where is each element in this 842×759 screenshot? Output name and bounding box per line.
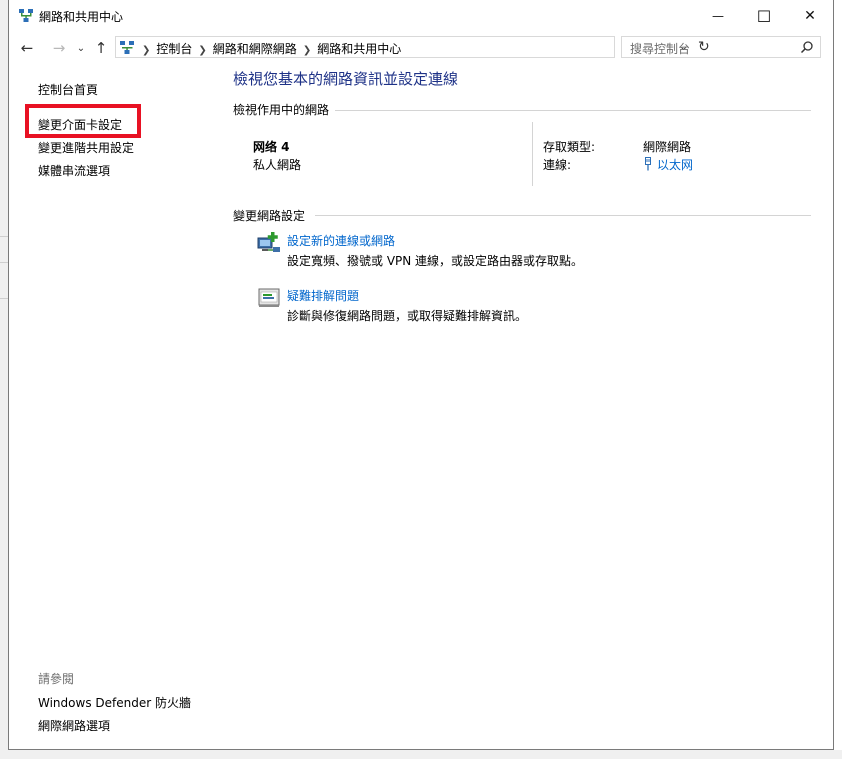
network-center-icon (19, 9, 33, 22)
sidebar-link-firewall[interactable]: Windows Defender 防火牆 (38, 694, 191, 711)
new-connection-icon (257, 232, 280, 252)
page-title: 檢視您基本的網路資訊並設定連線 (233, 70, 459, 88)
minimize-button[interactable]: — (695, 0, 741, 32)
maximize-icon: ☐ (756, 6, 772, 26)
close-button[interactable]: ✕ (787, 0, 833, 32)
back-arrow-icon: ← (20, 39, 34, 57)
access-type-label: 存取類型: (543, 140, 596, 154)
search-input[interactable]: 搜尋控制台 (621, 36, 821, 58)
connection-link[interactable]: 以太网 (643, 156, 693, 173)
forward-button[interactable]: → (49, 37, 69, 59)
breadcrumb-item-control-panel[interactable]: 控制台 (156, 42, 192, 56)
sidebar-link-control-panel-home[interactable]: 控制台首頁 (38, 81, 98, 98)
connection-value[interactable]: 以太网 (657, 158, 693, 172)
minimize-icon: — (712, 9, 724, 23)
background-window-strip (0, 0, 8, 759)
breadcrumb-separator-icon: ❯ (302, 45, 312, 56)
close-icon: ✕ (804, 8, 816, 24)
troubleshoot-link[interactable]: 疑難排解問題 (287, 287, 359, 304)
access-type-value: 網際網路 (643, 140, 692, 154)
troubleshoot-desc: 診斷與修復網路問題，或取得疑難排解資訊。 (287, 309, 528, 323)
network-name: 网络 4 (253, 140, 290, 154)
up-arrow-icon: ↑ (94, 39, 108, 57)
connection-label: 連線: (543, 158, 572, 172)
breadcrumb-separator-icon: ❯ (142, 45, 151, 56)
ethernet-icon (645, 157, 651, 171)
forward-arrow-icon: → (52, 39, 66, 57)
up-button[interactable]: ↑ (91, 37, 111, 59)
network-sharing-center-window: 網路和共用中心 — ☐ ✕ ← → ⌄ ↑ ❯ 控制台 ❯ 網路和網際網路 ❯ 網路和共用… (8, 0, 834, 750)
troubleshoot-icon (258, 288, 280, 307)
search-icon (800, 41, 813, 54)
search-placeholder: 搜尋控制台 (630, 42, 691, 56)
maximize-button[interactable]: ☐ (741, 0, 787, 32)
see-also-label: 請參閱 (38, 672, 75, 686)
sidebar: 控制台首頁 變更介面卡設定 變更進階共用設定 媒體串流選項 請參閱 Window… (9, 62, 214, 742)
active-networks-header: 檢視作用中的網路 (233, 103, 330, 117)
breadcrumb-item-network-internet[interactable]: 網路和網際網路 (213, 42, 297, 56)
sidebar-link-internet-options[interactable]: 網際網路選項 (38, 717, 110, 734)
setup-new-connection-link[interactable]: 設定新的連線或網路 (287, 232, 395, 249)
breadcrumb-separator-icon: ❯ (198, 45, 207, 56)
title-bar[interactable]: 網路和共用中心 — ☐ ✕ (9, 0, 833, 32)
chevron-down-icon: ⌄ (76, 42, 86, 54)
sidebar-link-change-adapter-settings[interactable]: 變更介面卡設定 (38, 116, 122, 133)
breadcrumb-item-network-center[interactable]: 網路和共用中心 (317, 42, 401, 56)
section-divider (315, 215, 811, 216)
network-info-divider (532, 122, 533, 186)
address-bar[interactable]: ❯ 控制台 ❯ 網路和網際網路 ❯ 網路和共用中心 ⌄ ↻ (115, 36, 710, 58)
setup-new-connection-desc: 設定寬頻、撥號或 VPN 連線，或設定路由器或存取點。 (287, 254, 584, 268)
desktop-strip (0, 750, 842, 759)
recent-locations-button[interactable]: ⌄ (71, 37, 91, 59)
section-divider (335, 110, 811, 111)
window-title: 網路和共用中心 (39, 10, 124, 24)
address-row: ← → ⌄ ↑ ❯ 控制台 ❯ 網路和網際網路 ❯ 網路和共用中心 ⌄ ↻ 搜尋控制台 (9, 34, 833, 62)
breadcrumb: ❯ 控制台 ❯ 網路和網際網路 ❯ 網路和共用中心 (142, 40, 401, 57)
back-button[interactable]: ← (17, 37, 37, 59)
change-settings-header: 變更網路設定 (233, 209, 306, 223)
network-category[interactable]: 私人網路 (253, 156, 301, 173)
sidebar-link-advanced-sharing[interactable]: 變更進階共用設定 (38, 139, 134, 156)
sidebar-link-media-streaming[interactable]: 媒體串流選項 (38, 162, 110, 179)
control-panel-icon (120, 41, 134, 54)
